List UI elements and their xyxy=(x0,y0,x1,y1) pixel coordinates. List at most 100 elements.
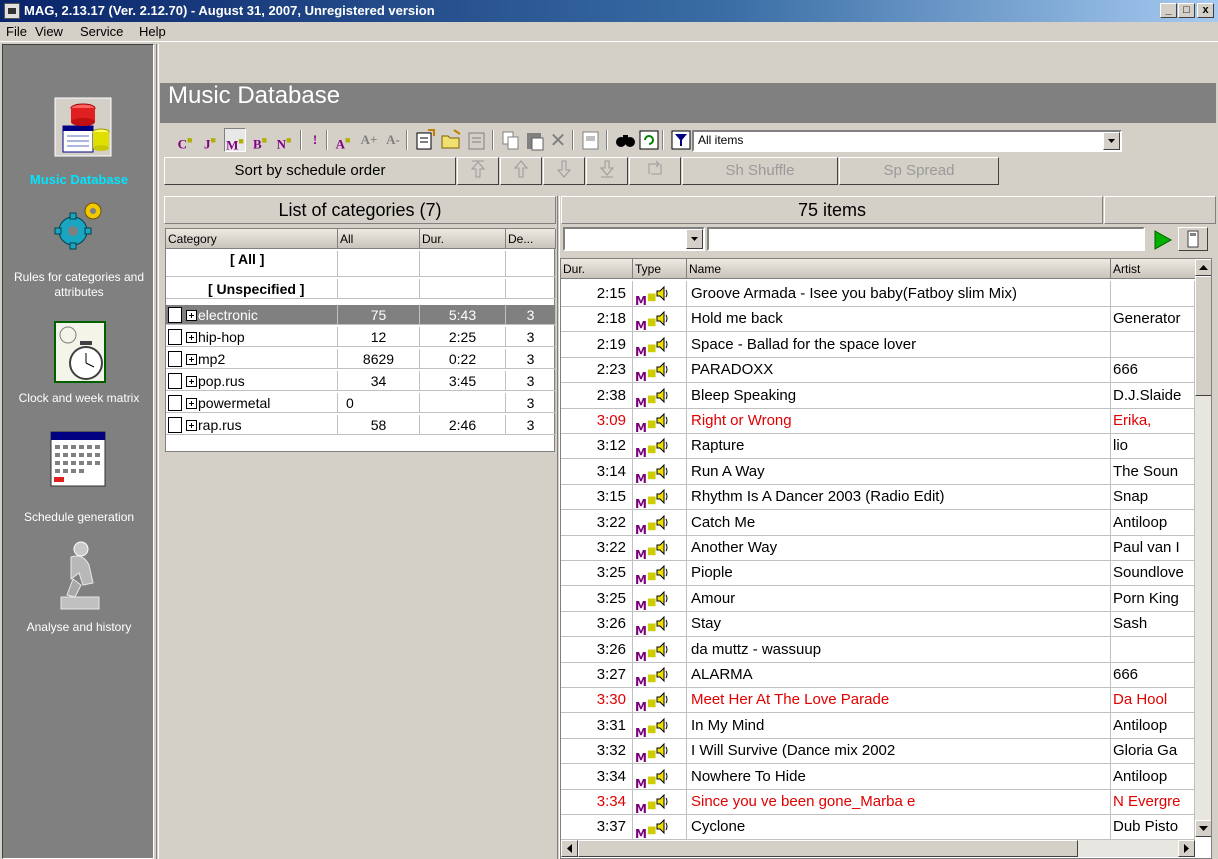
refresh-icon[interactable] xyxy=(638,128,660,152)
sidebar-item-label[interactable]: Analyse and history xyxy=(3,620,155,635)
table-row[interactable]: 3:34 M■ Nowhere To Hide Antiloop xyxy=(561,763,1197,790)
properties-icon[interactable] xyxy=(466,128,488,152)
table-row[interactable]: 3:37 M■ Cyclone Dub Pisto xyxy=(561,814,1197,841)
open-folder-icon[interactable] xyxy=(440,128,462,152)
sidebar-item-label[interactable]: Rules for categories and attributes xyxy=(3,270,155,300)
close-button[interactable]: x xyxy=(1197,3,1214,18)
sidebar-item-label[interactable]: Schedule generation xyxy=(3,510,155,525)
table-row[interactable]: 3:25 M■ Piople Soundlove xyxy=(561,560,1197,587)
attribute-remove-button[interactable]: A- xyxy=(382,128,404,152)
minimize-button[interactable]: _ xyxy=(1160,3,1177,18)
delete-icon[interactable]: ✕ xyxy=(548,128,568,152)
move-down-button[interactable] xyxy=(543,157,585,185)
category-c-button[interactable]: C■ xyxy=(175,128,195,152)
calculator-button[interactable] xyxy=(1178,227,1208,251)
paste-icon[interactable] xyxy=(524,128,546,152)
scroll-right-button[interactable] xyxy=(1178,840,1195,857)
shuffle-button[interactable]: Sh Shuffle xyxy=(682,157,838,185)
column-header-category[interactable]: Category xyxy=(166,229,338,249)
vertical-scrollbar[interactable] xyxy=(1195,259,1211,837)
dropdown-arrow-icon[interactable] xyxy=(1103,132,1120,150)
table-row[interactable]: 3:12 M■ Rapture lio xyxy=(561,433,1197,460)
category-row[interactable]: pop.rus 34 3:45 3 xyxy=(166,371,556,391)
menu-service[interactable]: Service xyxy=(80,24,123,39)
column-header-type[interactable]: Type xyxy=(633,259,687,279)
table-row[interactable]: 2:19 M■ Space - Ballad for the space lover xyxy=(561,331,1197,358)
column-header-name[interactable]: Name xyxy=(687,259,1111,279)
category-row[interactable]: rap.rus 58 2:46 3 xyxy=(166,415,556,435)
category-row[interactable]: powermetal 0 3 xyxy=(166,393,556,413)
table-row[interactable]: 2:38 M■ Bleep Speaking D.J.Slaide xyxy=(561,382,1197,409)
table-row[interactable]: 3:15 M■ Rhythm Is A Dancer 2003 (Radio Edi… xyxy=(561,484,1197,511)
column-header-artist[interactable]: Artist xyxy=(1111,259,1197,279)
table-row[interactable]: 2:15 M■ Groove Armada - Isee you baby(Fatb… xyxy=(561,281,1197,307)
attribute-add-button[interactable]: A+ xyxy=(358,128,380,152)
table-row[interactable]: 3:14 M■ Run A Way The Soun xyxy=(561,458,1197,485)
table-row[interactable]: 2:23 M■ PARADOXX 666 xyxy=(561,357,1197,384)
category-n-button[interactable]: N■ xyxy=(274,128,294,152)
thinker-statue-icon[interactable] xyxy=(53,539,105,613)
sidebar-item-label[interactable]: Clock and week matrix xyxy=(3,391,155,406)
table-row[interactable]: 2:18 M■ Hold me back Generator xyxy=(561,306,1197,333)
menu-help[interactable]: Help xyxy=(139,24,166,39)
category-m-button[interactable]: M■ xyxy=(224,128,246,152)
table-row[interactable]: 3:27 M■ ALARMA 666 xyxy=(561,662,1197,688)
column-header-duration[interactable]: Dur. xyxy=(420,229,506,249)
window-titlebar[interactable]: MAG, 2.13.17 (Ver. 2.12.70) - August 31,… xyxy=(0,0,1218,22)
column-header-all[interactable]: All xyxy=(338,229,420,249)
menu-file[interactable]: File xyxy=(6,24,27,39)
track-type: M■ xyxy=(633,560,687,587)
column-filter-select[interactable] xyxy=(563,227,705,251)
clock-matrix-icon[interactable] xyxy=(54,321,108,385)
filter-icon[interactable] xyxy=(670,128,692,152)
scroll-left-button[interactable] xyxy=(561,840,578,857)
table-row[interactable]: 3:30 M■ Meet Her At The Love Parade Da Hool xyxy=(561,687,1197,714)
binoculars-icon[interactable] xyxy=(614,128,636,152)
play-icon[interactable] xyxy=(1150,228,1174,252)
category-row-unspecified[interactable]: [ Unspecified ] xyxy=(166,279,556,299)
priority-button[interactable]: ! xyxy=(308,128,322,152)
scrollbar-thumb[interactable] xyxy=(1195,276,1211,396)
items-filter-select[interactable]: All items xyxy=(692,130,1122,152)
menu-view[interactable]: View xyxy=(35,24,63,39)
table-row[interactable]: 3:22 M■ Catch Me Antiloop xyxy=(561,509,1197,536)
track-duration: 3:34 xyxy=(561,789,633,815)
dropdown-arrow-icon[interactable] xyxy=(686,229,703,249)
category-row[interactable]: electronic 75 5:43 3 xyxy=(166,305,556,325)
spread-button[interactable]: Sp Spread xyxy=(839,157,999,185)
table-row[interactable]: 3:26 M■ Stay Sash xyxy=(561,611,1197,638)
sort-by-schedule-button[interactable]: Sort by schedule order xyxy=(164,157,456,185)
table-row[interactable]: 3:22 M■ Another Way Paul van I xyxy=(561,535,1197,561)
scroll-up-button[interactable] xyxy=(1195,259,1211,276)
attribute-a-button[interactable]: A■ xyxy=(332,128,354,152)
rotate-button[interactable] xyxy=(629,157,681,185)
horizontal-scrollbar[interactable] xyxy=(561,840,1195,857)
move-top-button[interactable] xyxy=(457,157,499,185)
scroll-down-button[interactable] xyxy=(1195,820,1211,837)
move-up-button[interactable] xyxy=(500,157,542,185)
table-row[interactable]: 3:09 M■ Right or Wrong Erika, xyxy=(561,408,1197,434)
table-row[interactable]: 3:25 M■ Amour Porn King xyxy=(561,585,1197,612)
sidebar-splitter[interactable] xyxy=(156,44,159,859)
category-row[interactable]: mp2 8629 0:22 3 xyxy=(166,349,556,369)
copy-icon[interactable] xyxy=(500,128,522,152)
hscrollbar-thumb[interactable] xyxy=(578,840,1078,857)
category-b-button[interactable]: B■ xyxy=(250,128,270,152)
category-j-button[interactable]: J■ xyxy=(200,128,220,152)
calendar-icon[interactable] xyxy=(50,431,108,489)
track-search-input[interactable] xyxy=(707,227,1145,251)
sidebar-item-label[interactable]: Music Database xyxy=(3,172,155,187)
move-bottom-button[interactable] xyxy=(586,157,628,185)
table-row[interactable]: 3:32 M■ I Will Survive (Dance mix 2002 Glor… xyxy=(561,738,1197,765)
category-row-all[interactable]: [ All ] xyxy=(166,251,556,277)
table-row[interactable]: 3:34 M■ Since you ve been gone_Marba eN Ev… xyxy=(561,789,1197,815)
column-header-duration[interactable]: Dur. xyxy=(561,259,633,279)
settings-sheet-icon[interactable] xyxy=(580,128,602,152)
new-item-icon[interactable] xyxy=(414,128,436,152)
table-row[interactable]: 3:31 M■ In My Mind Antiloop xyxy=(561,712,1197,739)
maximize-button[interactable]: □ xyxy=(1178,3,1195,18)
column-header-de[interactable]: De... xyxy=(506,229,556,249)
category-row[interactable]: hip-hop 12 2:25 3 xyxy=(166,327,556,347)
gears-icon[interactable] xyxy=(51,199,107,251)
table-row[interactable]: 3:26 M■ da muttz - wassuup xyxy=(561,636,1197,663)
